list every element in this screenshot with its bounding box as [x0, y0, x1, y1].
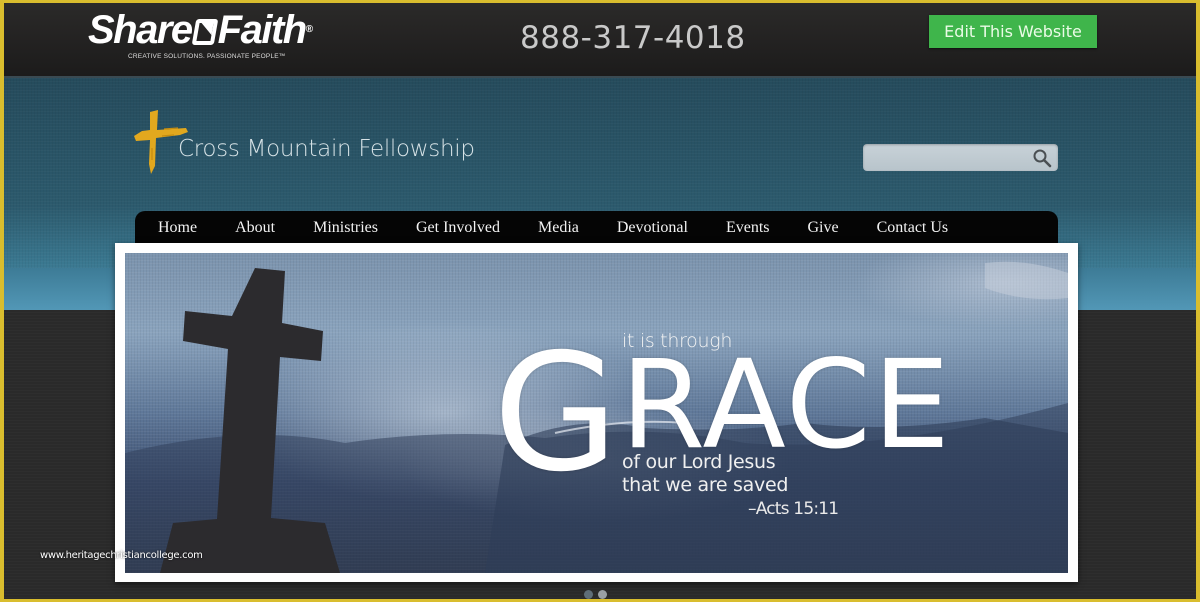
verse-line-2: that we are saved: [622, 474, 789, 496]
top-bar: Share Faith® CREATIVE SOLUTIONS. PASSIONA…: [4, 3, 1196, 78]
hero-slider[interactable]: it is through GRACE of our Lord Jesus th…: [115, 243, 1078, 582]
verse-headline-initial: G: [493, 320, 621, 508]
registered-mark: ®: [305, 24, 313, 35]
sharefaith-tagline: CREATIVE SOLUTIONS. PASSIONATE PEOPLE™: [128, 53, 286, 60]
nav-item-give[interactable]: Give: [808, 211, 839, 245]
logo-text-share: Share: [88, 8, 193, 52]
church-name: Cross Mountain Fellowship: [178, 136, 475, 162]
sharefaith-logo[interactable]: Share Faith® CREATIVE SOLUTIONS. PASSIONA…: [88, 8, 348, 64]
sharefaith-logo-wordmark: Share Faith®: [88, 8, 313, 52]
nav-item-events[interactable]: Events: [726, 211, 770, 245]
verse-reference: –Acts 15:11: [748, 499, 839, 519]
nav-item-home[interactable]: Home: [158, 211, 197, 245]
verse-line-1: of our Lord Jesus: [622, 451, 776, 473]
slider-dot-2[interactable]: [598, 590, 607, 599]
nav-item-contact-us[interactable]: Contact Us: [877, 211, 949, 245]
nav-item-about[interactable]: About: [235, 211, 275, 245]
nav-item-devotional[interactable]: Devotional: [617, 211, 688, 245]
search-box: [863, 144, 1058, 171]
hero-slide[interactable]: it is through GRACE of our Lord Jesus th…: [125, 253, 1068, 573]
edit-website-button[interactable]: Edit This Website: [929, 15, 1097, 48]
page-corner-icon: [191, 19, 218, 45]
search-icon[interactable]: [1032, 148, 1052, 168]
page-frame: Share Faith® CREATIVE SOLUTIONS. PASSIONA…: [4, 3, 1196, 599]
nav-item-media[interactable]: Media: [538, 211, 579, 245]
logo-text-faith: Faith: [217, 8, 308, 52]
watermark-text: www.heritagechristiancollege.com: [40, 550, 203, 561]
nav-item-get-involved[interactable]: Get Involved: [416, 211, 500, 245]
slider-pagination: [584, 590, 607, 599]
nav-item-ministries[interactable]: Ministries: [313, 211, 378, 245]
phone-number: 888-317-4018: [520, 20, 746, 56]
search-input[interactable]: [869, 147, 1028, 169]
slider-dot-1[interactable]: [584, 590, 593, 599]
